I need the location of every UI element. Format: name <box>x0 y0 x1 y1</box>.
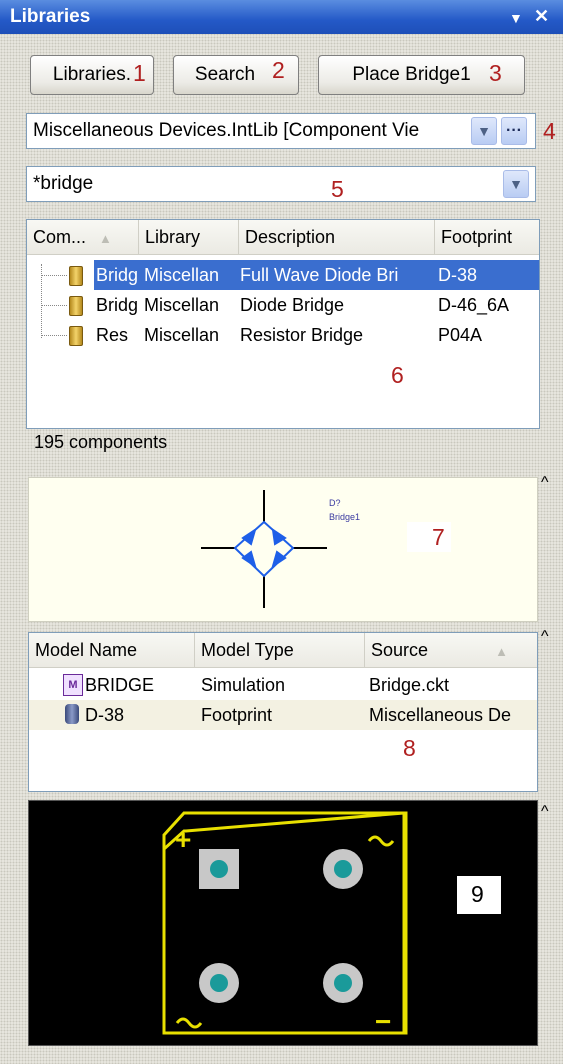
table-row[interactable]: D-38 Footprint Miscellaneous De <box>29 700 537 730</box>
component-footprint: D-46_6A <box>438 295 510 315</box>
annotation-3: 3 <box>489 60 502 86</box>
footprint-plus-label: + <box>175 824 191 855</box>
schematic-preview: D? Bridge1 7 <box>28 477 538 622</box>
footprint-minus-label: − <box>375 1006 391 1037</box>
tilde-mark <box>175 1017 203 1029</box>
component-library-icon <box>69 296 83 316</box>
chevron-down-icon[interactable]: ▼ <box>471 117 497 145</box>
model-source: Bridge.ckt <box>369 675 450 695</box>
column-header-footprint[interactable]: Footprint <box>435 220 539 254</box>
footprint-preview: + − 9 <box>28 800 538 1046</box>
annotation-5: 5 <box>331 176 344 202</box>
panel-title-bar: Libraries ▼ ✕ <box>0 0 563 34</box>
panel-title: Libraries <box>10 6 91 27</box>
column-header-library[interactable]: Library <box>139 220 239 254</box>
column-header-model-type[interactable]: Model Type <box>195 633 365 667</box>
search-button-label: Search <box>194 64 256 85</box>
component-footprint: D-38 <box>438 265 478 285</box>
footprint-outline <box>162 811 408 1035</box>
bridge-symbol: D? Bridge1 <box>201 490 360 608</box>
library-select[interactable]: Miscellaneous Devices.IntLib [Component … <box>26 113 536 149</box>
column-label: Model Type <box>201 640 294 660</box>
column-label: Footprint <box>441 227 513 247</box>
component-description: Full Wave Diode Bri <box>240 265 399 285</box>
annotation-6: 6 <box>391 362 404 388</box>
panel-menu-icon[interactable]: ▼ <box>509 8 523 28</box>
component-library: Miscellan <box>144 325 220 345</box>
model-name: BRIDGE <box>85 675 155 695</box>
components-list-header: Com... ▲ Library Description Footprint <box>27 220 539 255</box>
column-label: Com... <box>33 227 87 247</box>
filter-input-value: *bridge <box>33 173 94 194</box>
component-library-icon <box>69 326 83 346</box>
model-name: D-38 <box>85 705 125 725</box>
component-name: Bridg <box>96 295 139 315</box>
tilde-mark <box>367 835 395 847</box>
column-header-description[interactable]: Description <box>239 220 435 254</box>
footprint-drawing: + − <box>162 811 408 1037</box>
model-source: Miscellaneous De <box>369 705 512 725</box>
row-selection: Bridg Miscellan Full Wave Diode Bri D-38 <box>94 260 539 290</box>
component-library-icon <box>69 266 83 286</box>
table-row[interactable]: Bridg Miscellan Full Wave Diode Bri D-38 <box>27 260 539 290</box>
collapse-preview-icon[interactable]: ^ <box>541 474 549 492</box>
table-row[interactable]: Bridg Miscellan Diode Bridge D-46_6A <box>27 290 539 320</box>
collapse-models-icon[interactable]: ^ <box>541 628 549 646</box>
component-library: Miscellan <box>144 295 220 315</box>
chevron-down-icon[interactable]: ▼ <box>503 170 529 198</box>
simulation-model-icon: M <box>63 674 83 696</box>
model-type: Simulation <box>201 675 286 695</box>
library-select-value: Miscellaneous Devices.IntLib [Component … <box>33 120 420 141</box>
annotation-2: 2 <box>272 57 285 83</box>
preview-designator: D? <box>329 498 341 508</box>
annotation-1: 1 <box>133 60 146 86</box>
libraries-button-label: Libraries. <box>52 64 132 85</box>
filter-input[interactable]: *bridge ▼ <box>26 166 536 202</box>
component-name: Res <box>96 325 129 345</box>
component-name: Bridg <box>96 265 139 285</box>
table-row[interactable]: Res Miscellan Resistor Bridge P04A <box>27 320 539 350</box>
place-button-label: Place Bridge1 <box>352 64 471 85</box>
browse-libraries-icon[interactable]: ··· <box>501 117 527 145</box>
components-list[interactable]: Com... ▲ Library Description Footprint B… <box>26 219 540 429</box>
column-header-component[interactable]: Com... ▲ <box>27 220 139 254</box>
column-header-source[interactable]: Source ▲ <box>365 633 537 667</box>
sort-asc-icon: ▲ <box>495 644 508 659</box>
annotation-7: 7 <box>432 524 445 550</box>
models-list-header: Model Name Model Type Source ▲ <box>29 633 537 668</box>
column-header-model-name[interactable]: Model Name <box>29 633 195 667</box>
component-description: Diode Bridge <box>240 295 345 315</box>
collapse-footprint-icon[interactable]: ^ <box>541 803 549 821</box>
column-label: Description <box>245 227 336 247</box>
column-label: Library <box>145 227 201 247</box>
preview-comment: Bridge1 <box>329 512 360 522</box>
component-library: Miscellan <box>144 265 220 285</box>
footprint-model-icon <box>65 704 79 724</box>
close-icon[interactable]: ✕ <box>534 6 549 26</box>
component-footprint: P04A <box>438 325 483 345</box>
annotation-8: 8 <box>403 735 416 761</box>
column-label: Source <box>371 640 429 660</box>
annotation-4: 4 <box>543 118 556 144</box>
sort-asc-icon: ▲ <box>99 231 112 246</box>
component-description: Resistor Bridge <box>240 325 364 345</box>
column-label: Model Name <box>35 640 138 660</box>
models-list[interactable]: Model Name Model Type Source ▲ M BRIDGE … <box>28 632 538 792</box>
component-count: 195 components <box>34 432 168 452</box>
annotation-9: 9 <box>471 881 484 907</box>
model-type: Footprint <box>201 705 273 725</box>
table-row[interactable]: M BRIDGE Simulation Bridge.ckt <box>29 670 537 700</box>
